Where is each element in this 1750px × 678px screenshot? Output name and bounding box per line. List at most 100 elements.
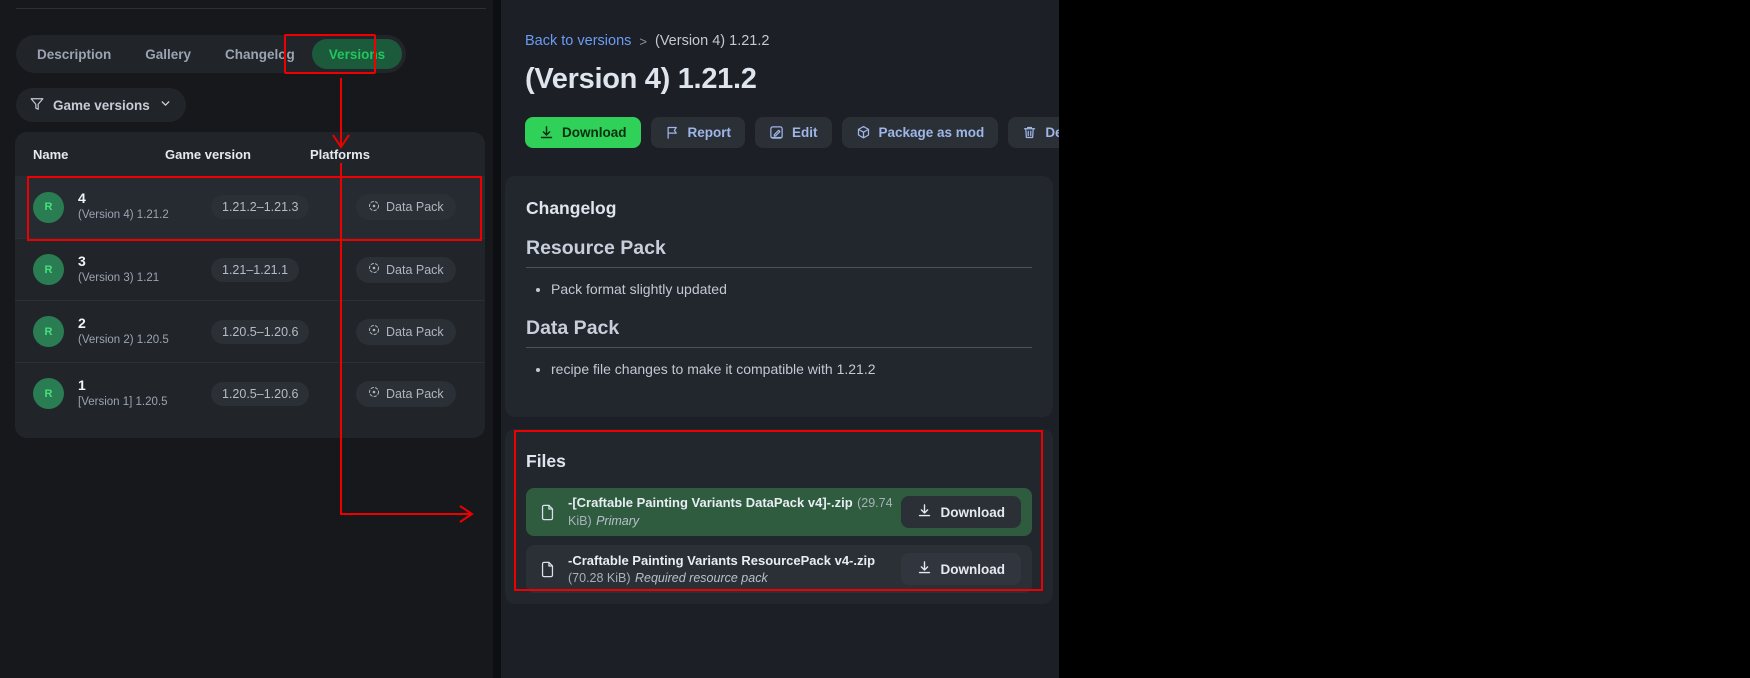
download-button[interactable]: Download bbox=[525, 117, 641, 148]
list-item: recipe file changes to make it compatibl… bbox=[551, 359, 1053, 379]
file-meta: -Craftable Painting Variants ResourcePac… bbox=[568, 552, 901, 587]
file-download-label: Download bbox=[940, 561, 1006, 577]
game-version-chip: 1.21.2–1.21.3 bbox=[211, 195, 310, 219]
game-version-chip: 1.20.5–1.20.6 bbox=[211, 381, 310, 406]
version-subtitle: (Version 2) 1.20.5 bbox=[78, 333, 169, 346]
breadcrumb-back-link[interactable]: Back to versions bbox=[525, 33, 631, 49]
avatar: R bbox=[33, 316, 64, 347]
file-download-label: Download bbox=[940, 504, 1006, 520]
flag-icon bbox=[665, 125, 680, 140]
document-icon bbox=[539, 560, 556, 579]
game-version-cell: 1.20.5–1.20.6 bbox=[211, 381, 356, 406]
table-row[interactable]: R 3 (Version 3) 1.21 1.21–1.21.1 Data Pa… bbox=[15, 238, 485, 300]
cube-icon bbox=[856, 125, 871, 140]
package-as-mod-button-label: Package as mod bbox=[878, 125, 985, 140]
package-as-mod-button[interactable]: Package as mod bbox=[841, 117, 999, 148]
version-subtitle: (Version 4) 1.21.2 bbox=[78, 209, 169, 221]
game-version-cell: 1.21–1.21.1 bbox=[211, 257, 356, 282]
files-heading: Files bbox=[526, 451, 566, 471]
platform-label: Data Pack bbox=[386, 262, 444, 277]
version-subtitle: [Version 1] 1.20.5 bbox=[78, 395, 168, 408]
download-button-label: Download bbox=[562, 125, 627, 140]
datapack-icon bbox=[368, 324, 380, 339]
version-number: 3 bbox=[78, 252, 86, 269]
file-row[interactable]: -Craftable Painting Variants ResourcePac… bbox=[526, 545, 1032, 593]
game-version-cell: 1.20.5–1.20.6 bbox=[211, 319, 356, 344]
file-download-button[interactable]: Download bbox=[900, 496, 1021, 528]
platform-chip: Data Pack bbox=[356, 380, 456, 407]
breadcrumb: Back to versions > (Version 4) 1.21.2 bbox=[525, 33, 769, 49]
breadcrumb-separator-icon: > bbox=[639, 33, 647, 49]
version-number: 4 bbox=[78, 190, 86, 206]
download-icon bbox=[917, 503, 932, 521]
panel-gutter bbox=[493, 0, 501, 678]
column-header-platforms: Platforms bbox=[310, 146, 370, 162]
platform-cell: Data Pack bbox=[356, 318, 485, 345]
download-icon bbox=[539, 125, 554, 140]
app-screenshot: Description Gallery Changelog Versions G… bbox=[0, 0, 1750, 678]
table-row[interactable]: R 4 (Version 4) 1.21.2 1.21.2–1.21.3 Dat… bbox=[15, 176, 485, 238]
changelog-section-title: Resource Pack bbox=[526, 237, 1032, 268]
version-subtitle: (Version 3) 1.21 bbox=[78, 271, 160, 284]
game-version-cell: 1.21.2–1.21.3 bbox=[211, 195, 356, 219]
table-row[interactable]: R 1 [Version 1] 1.20.5 1.20.5–1.20.6 Dat… bbox=[15, 362, 485, 424]
versions-list-panel: Description Gallery Changelog Versions G… bbox=[0, 0, 493, 678]
file-size: (70.28 KiB) bbox=[568, 570, 631, 585]
versions-table-header: Name Game version Platforms bbox=[15, 132, 485, 176]
version-number: 1 bbox=[78, 376, 86, 393]
version-name-cell: 3 (Version 3) 1.21 bbox=[78, 252, 211, 286]
game-versions-filter-button[interactable]: Game versions bbox=[16, 88, 186, 122]
delete-button[interactable]: Delete bbox=[1008, 117, 1059, 148]
funnel-icon bbox=[30, 97, 44, 114]
pencil-square-icon bbox=[769, 125, 784, 140]
tab-changelog[interactable]: Changelog bbox=[208, 39, 312, 69]
edit-button[interactable]: Edit bbox=[755, 117, 832, 148]
avatar: R bbox=[33, 191, 64, 223]
version-detail-panel: Back to versions > (Version 4) 1.21.2 (V… bbox=[501, 0, 1059, 678]
delete-button-label: Delete bbox=[1045, 125, 1059, 140]
panel-divider bbox=[16, 8, 486, 9]
changelog-section-list: recipe file changes to make it compatibl… bbox=[551, 359, 1053, 379]
column-header-name: Name bbox=[33, 146, 69, 162]
page-title: (Version 4) 1.21.2 bbox=[525, 63, 757, 95]
platform-label: Data Pack bbox=[386, 200, 444, 214]
file-name: -[Craftable Painting Variants DataPack v… bbox=[568, 495, 853, 510]
platform-chip: Data Pack bbox=[356, 318, 456, 345]
avatar: R bbox=[33, 378, 64, 409]
report-button[interactable]: Report bbox=[650, 117, 745, 148]
background-fill bbox=[1059, 0, 1750, 678]
file-row[interactable]: -[Craftable Painting Variants DataPack v… bbox=[526, 488, 1032, 536]
game-version-chip: 1.21–1.21.1 bbox=[211, 257, 300, 282]
datapack-icon bbox=[368, 200, 380, 215]
changelog-heading: Changelog bbox=[526, 198, 617, 218]
game-version-chip: 1.20.5–1.20.6 bbox=[211, 319, 310, 344]
versions-table: Name Game version Platforms R 4 (Version… bbox=[15, 132, 485, 438]
file-tag: Required resource pack bbox=[634, 570, 768, 585]
file-tag: Primary bbox=[596, 514, 640, 528]
files-card: Files -[Craftable Painting Variants Data… bbox=[505, 429, 1053, 604]
download-icon bbox=[917, 560, 932, 578]
file-download-button[interactable]: Download bbox=[900, 553, 1021, 585]
platform-cell: Data Pack bbox=[356, 256, 485, 283]
platform-cell: Data Pack bbox=[356, 380, 485, 407]
tab-versions[interactable]: Versions bbox=[311, 39, 403, 69]
version-action-bar: Download Report Edit Package as mod De bbox=[525, 117, 1059, 148]
game-versions-filter-label: Game versions bbox=[53, 97, 150, 113]
version-number: 2 bbox=[78, 314, 86, 331]
datapack-icon bbox=[368, 262, 380, 277]
document-icon bbox=[539, 503, 556, 522]
table-row[interactable]: R 2 (Version 2) 1.20.5 1.20.5–1.20.6 Dat… bbox=[15, 300, 485, 362]
tab-description[interactable]: Description bbox=[20, 39, 128, 69]
platform-chip: Data Pack bbox=[356, 256, 456, 283]
changelog-card: Changelog Resource Pack Pack format slig… bbox=[505, 176, 1053, 417]
trash-icon bbox=[1022, 125, 1037, 140]
file-name: -Craftable Painting Variants ResourcePac… bbox=[568, 552, 876, 568]
tab-gallery[interactable]: Gallery bbox=[128, 39, 208, 69]
report-button-label: Report bbox=[687, 125, 732, 140]
platform-label: Data Pack bbox=[386, 324, 444, 339]
column-header-game-version: Game version bbox=[165, 146, 251, 162]
edit-button-label: Edit bbox=[792, 125, 818, 140]
datapack-icon bbox=[368, 386, 380, 401]
platform-cell: Data Pack bbox=[356, 194, 485, 220]
version-name-cell: 2 (Version 2) 1.20.5 bbox=[78, 314, 211, 348]
